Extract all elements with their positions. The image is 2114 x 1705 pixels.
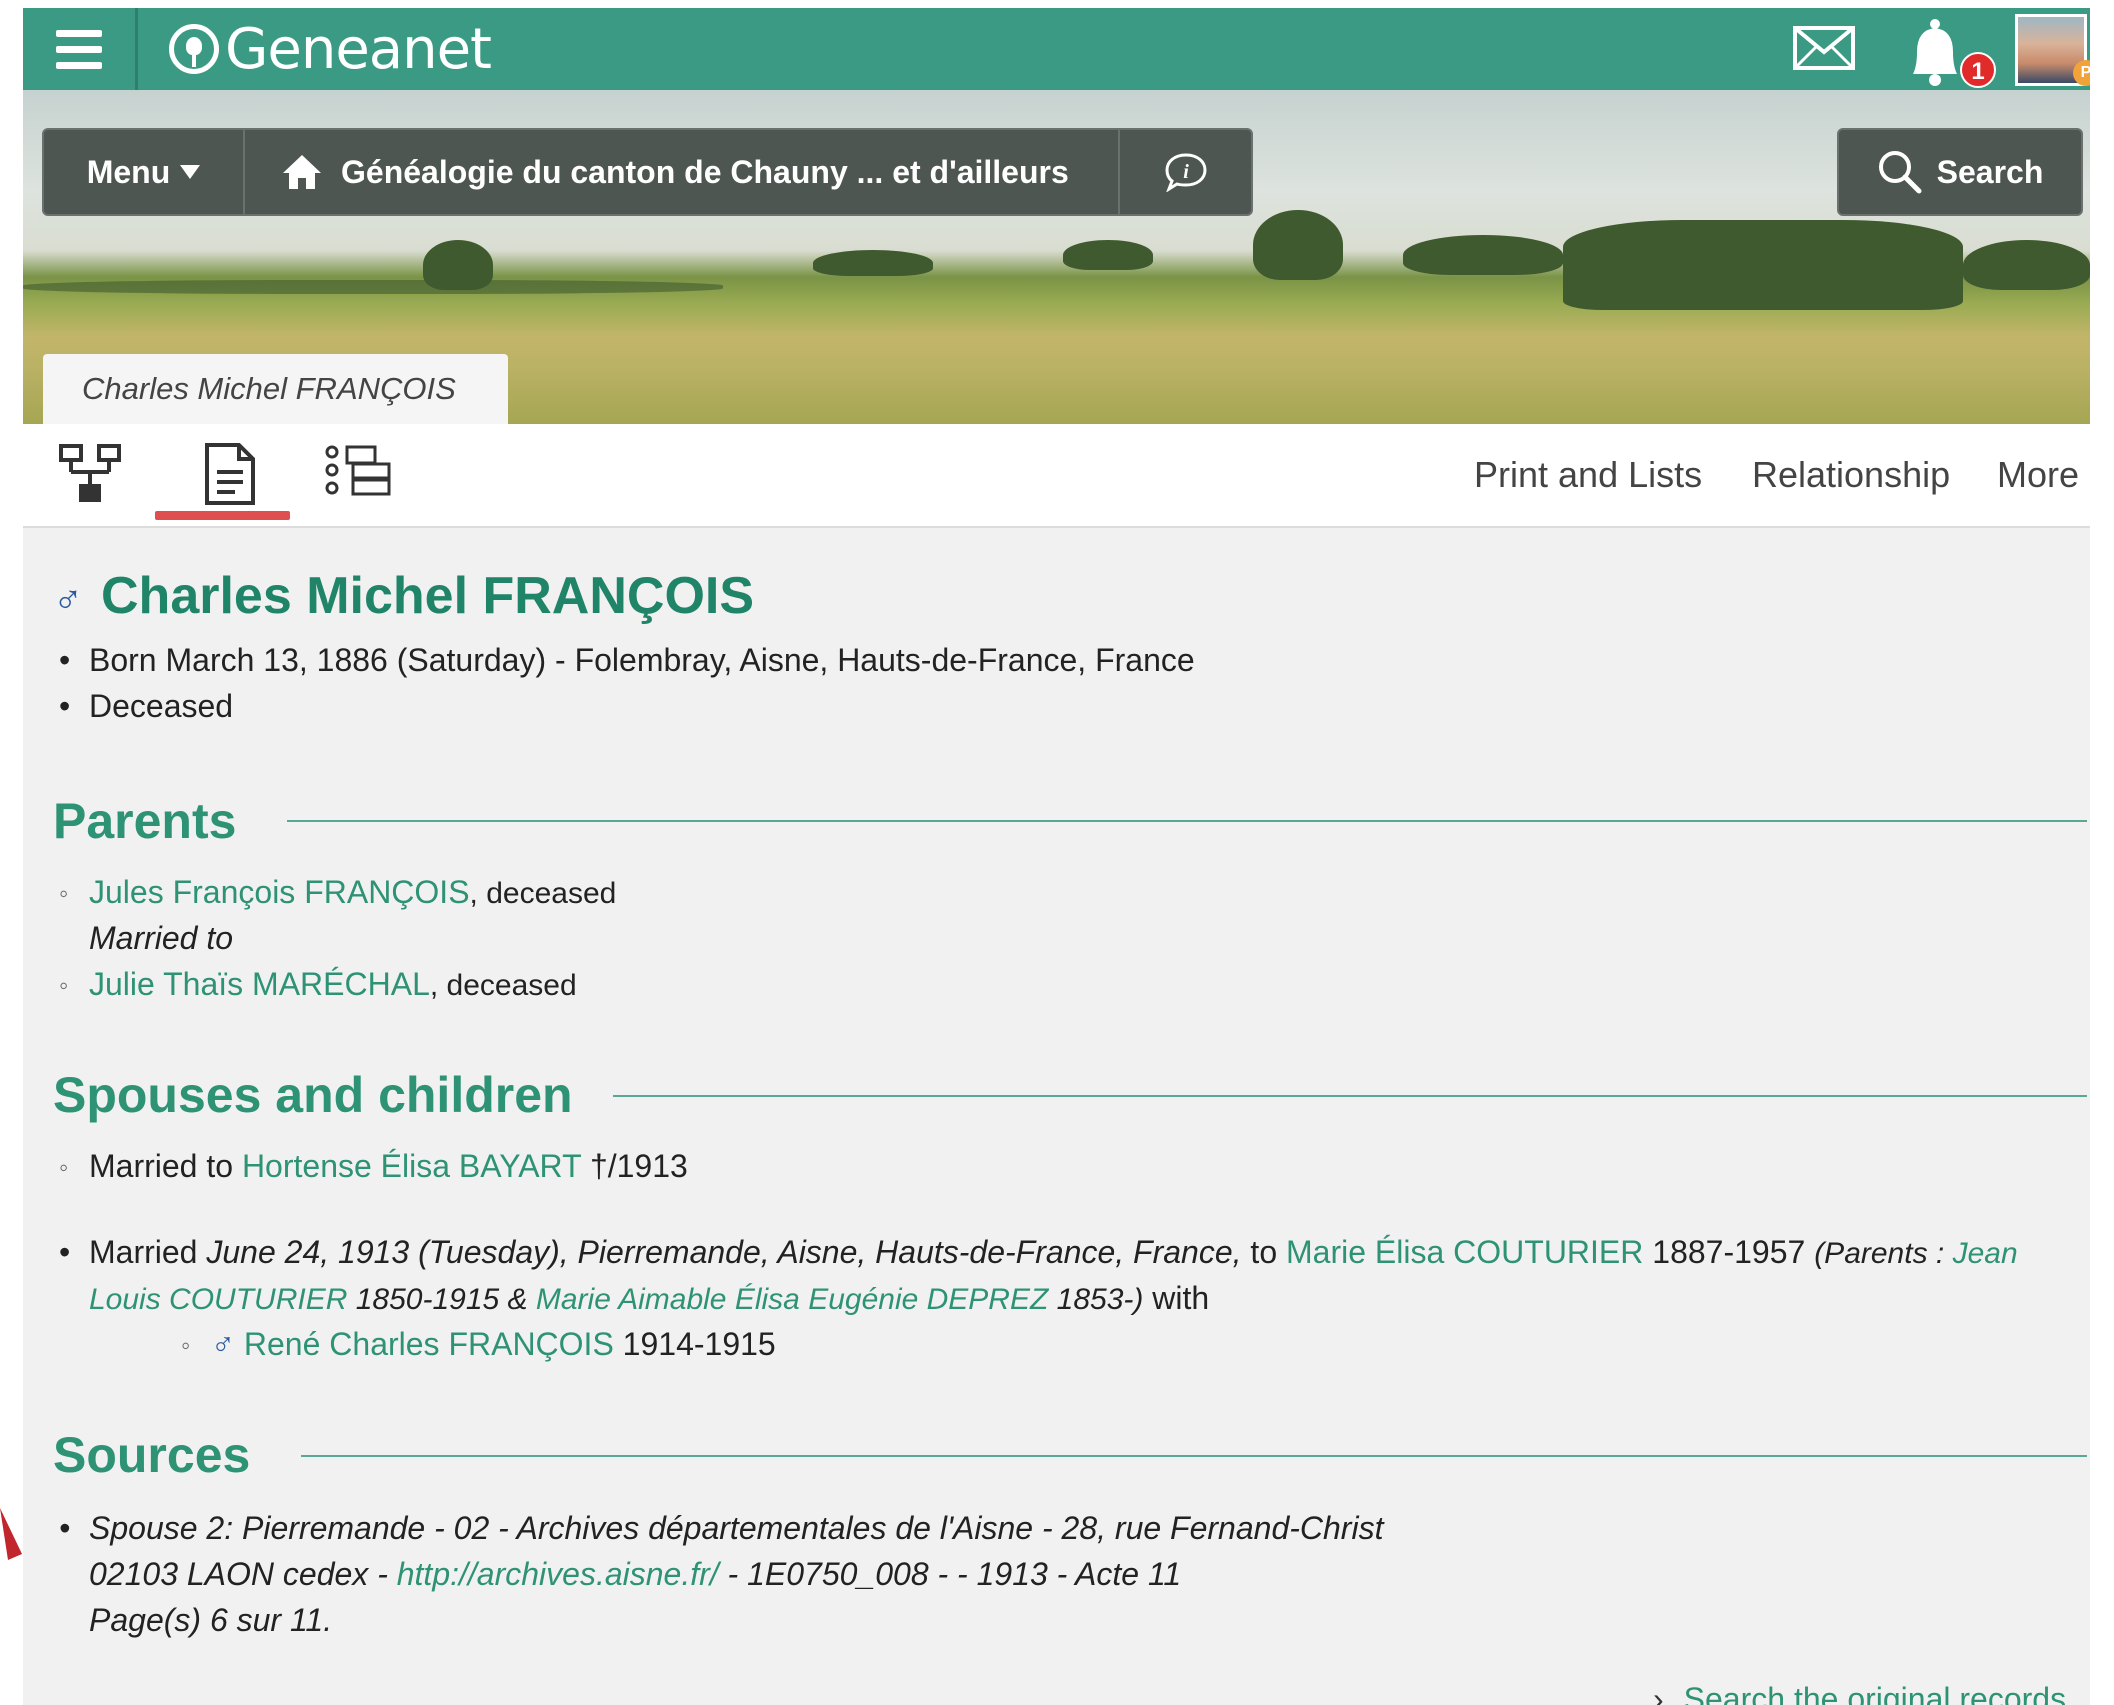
section-divider <box>287 820 2087 822</box>
list-view-icon[interactable] <box>323 444 391 496</box>
spouse2-entry-line1: Married June 24, 1913 (Tuesday), Pierrem… <box>59 1234 2018 1271</box>
male-symbol-icon: ♂ <box>53 578 83 622</box>
mother-entry: Julie Thaïs MARÉCHAL, deceased <box>59 966 577 1003</box>
site-title: Généalogie du canton de Chauny ... et d'… <box>341 153 1069 190</box>
mother-link[interactable]: Julie Thaïs MARÉCHAL <box>89 966 430 1002</box>
red-arrow-icon <box>0 1508 22 1560</box>
search-button[interactable]: Search <box>1837 128 2083 216</box>
child-entry: ♂ René Charles FRANÇOIS 1914-1915 <box>181 1326 776 1363</box>
spouse2-dates: 1887-1957 <box>1643 1234 1815 1270</box>
relationship-link[interactable]: Relationship <box>1752 454 1950 496</box>
tree-logo-icon <box>169 24 219 74</box>
parents-heading: Parents <box>53 793 237 849</box>
person-name: Charles Michel FRANÇOIS <box>101 567 755 625</box>
birth-info: Born March 13, 1886 (Saturday) - Folembr… <box>59 642 1195 679</box>
search-label: Search <box>1936 153 2044 190</box>
archives-link[interactable]: http://archives.aisne.fr/ <box>397 1556 719 1592</box>
notification-count-badge[interactable]: 1 <box>1960 52 1996 88</box>
search-icon <box>1878 151 1922 194</box>
spouse2-entry-line2: Louis COUTURIER 1850-1915 & Marie Aimabl… <box>89 1280 1209 1317</box>
spouse2-prefix: Married <box>89 1234 207 1270</box>
menu-label: Menu <box>86 153 171 190</box>
death-status: Deceased <box>59 688 233 725</box>
geneanet-logo[interactable]: Geneanet <box>169 17 492 82</box>
source-line3: Page(s) 6 sur 11. <box>89 1602 333 1638</box>
more-link[interactable]: More <box>1997 454 2079 496</box>
site-navigation-bar: Menu Généalogie du canton de Chauny ... … <box>42 128 1253 216</box>
with-label: with <box>1143 1280 1210 1316</box>
married-to-label: Married to <box>89 920 234 956</box>
spouse-mother-dates: 1853-) <box>1048 1283 1144 1316</box>
spouse1-link[interactable]: Hortense Élisa BAYART <box>242 1148 581 1184</box>
spouse2-link[interactable]: Marie Élisa COUTURIER <box>1286 1234 1643 1270</box>
top-bar: Geneanet 1 P <box>23 8 2090 90</box>
search-records-label: Search the original records <box>1683 1681 2067 1705</box>
info-bubble-icon: i <box>1164 153 1207 192</box>
spouse2-to: to <box>1241 1234 1286 1270</box>
chevron-right-icon: › <box>1653 1681 1664 1705</box>
search-original-records-link[interactable]: › Search the original records <box>1653 1681 2066 1705</box>
person-heading: ♂ Charles Michel FRANÇOIS <box>53 566 754 626</box>
male-symbol-icon: ♂ <box>211 1326 235 1362</box>
svg-text:i: i <box>1183 161 1189 183</box>
sources-heading: Sources <box>53 1427 251 1483</box>
father-link[interactable]: Jules François FRANÇOIS <box>89 874 470 910</box>
section-divider <box>301 1455 2087 1457</box>
father-entry: Jules François FRANÇOIS, deceased <box>59 874 617 911</box>
spouse1-prefix: Married to <box>89 1148 242 1184</box>
child-dates: 1914-1915 <box>613 1326 776 1362</box>
brand-name: Geneanet <box>225 16 492 82</box>
info-button[interactable]: i <box>1120 130 1251 214</box>
geneanet-page: Geneanet 1 P Menu Généalogie du canton d… <box>23 8 2090 1705</box>
site-title-link[interactable]: Généalogie du canton de Chauny ... et d'… <box>245 130 1120 214</box>
spouse-mother-link[interactable]: Marie Aimable Élisa Eugénie DEPREZ <box>536 1283 1048 1316</box>
parents-label: (Parents : <box>1814 1237 1953 1270</box>
spouse1-entry: Married to Hortense Élisa BAYART †/1913 <box>59 1148 688 1185</box>
spouse-father-link-part1[interactable]: Jean <box>1953 1237 2018 1270</box>
mail-icon[interactable] <box>1793 24 1855 72</box>
spouse1-suffix: †/1913 <box>581 1148 688 1184</box>
active-tab-indicator <box>155 511 290 520</box>
caret-down-icon <box>180 165 201 179</box>
father-status: , deceased <box>469 877 617 910</box>
spouses-heading: Spouses and children <box>53 1067 573 1123</box>
print-and-lists-link[interactable]: Print and Lists <box>1474 454 1702 496</box>
spouse-father-dates: 1850-1915 & <box>347 1283 536 1316</box>
person-name-tab[interactable]: Charles Michel FRANÇOIS <box>43 354 508 424</box>
mother-status: , deceased <box>429 969 577 1002</box>
marriage-details: June 24, 1913 (Tuesday), Pierremande, Ai… <box>206 1234 1242 1270</box>
home-icon <box>283 155 321 189</box>
section-divider <box>613 1095 2087 1097</box>
view-tabs-row: Print and Lists Relationship More <box>23 424 2090 528</box>
individual-sheet-icon[interactable] <box>199 442 259 506</box>
spouse-father-link-part2[interactable]: Louis COUTURIER <box>89 1283 347 1316</box>
source-reference: - 1E0750_008 - - 1913 - Acte 11 <box>718 1556 1182 1592</box>
family-tree-icon[interactable] <box>55 442 125 504</box>
source-address: 02103 LAON cedex - <box>89 1556 397 1592</box>
hamburger-menu-icon[interactable] <box>23 8 138 90</box>
source-line1: Spouse 2: Pierremande - 02 - Archives dé… <box>59 1510 1383 1547</box>
child-link[interactable]: René Charles FRANÇOIS <box>244 1326 614 1362</box>
source-line2: 02103 LAON cedex - http://archives.aisne… <box>89 1556 1181 1593</box>
landscape-banner: Menu Généalogie du canton de Chauny ... … <box>23 90 2090 424</box>
menu-button[interactable]: Menu <box>44 130 245 214</box>
